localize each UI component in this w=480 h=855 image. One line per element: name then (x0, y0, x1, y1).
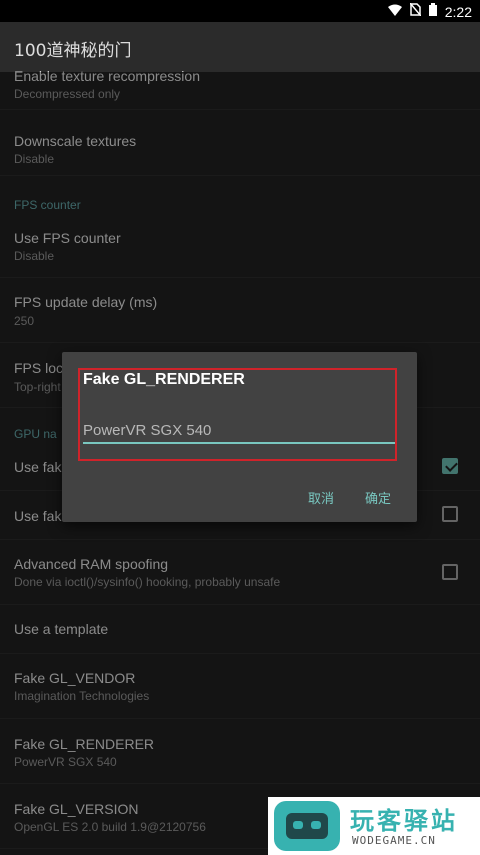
edit-text-dialog: Fake GL_RENDERER 取消 确定 (62, 352, 417, 522)
dialog-title: Fake GL_RENDERER (83, 371, 245, 388)
status-icons: 2:22 (387, 2, 472, 20)
watermark: 玩客驿站 WODEGAME.CN (268, 797, 480, 855)
status-bar: 2:22 (0, 0, 480, 22)
watermark-subtitle: WODEGAME.CN (352, 834, 436, 847)
battery-icon (428, 3, 437, 20)
renderer-input[interactable] (83, 418, 395, 444)
robot-logo-icon (274, 801, 340, 851)
robot-face (286, 813, 328, 839)
status-time: 2:22 (444, 3, 472, 20)
wifi-icon (387, 4, 402, 20)
cancel-button[interactable]: 取消 (308, 488, 334, 507)
app-title: 100道神秘的门 (14, 41, 132, 61)
robot-eye (293, 821, 303, 829)
robot-eye (311, 821, 321, 829)
watermark-title: 玩客驿站 (350, 807, 458, 835)
ok-button[interactable]: 确定 (365, 488, 391, 507)
no-sim-icon (409, 2, 422, 20)
